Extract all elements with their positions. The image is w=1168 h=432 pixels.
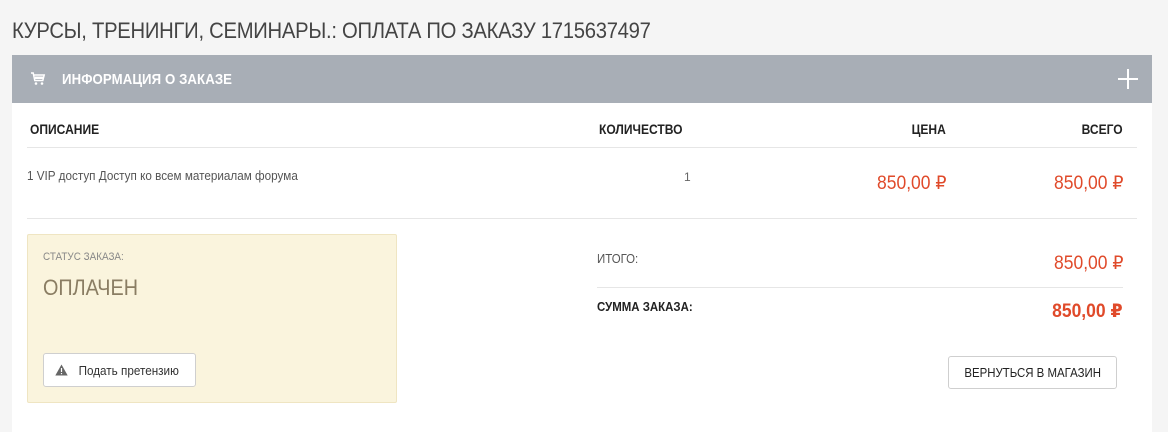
status-value: ОПЛАЧЕН xyxy=(43,275,138,300)
divider xyxy=(27,218,1137,219)
column-header-description: ОПИСАНИЕ xyxy=(30,121,100,137)
back-to-shop-button[interactable]: ВЕРНУТЬСЯ В МАГАЗИН xyxy=(948,356,1117,389)
panel-header[interactable]: ИНФОРМАЦИЯ О ЗАКАЗЕ xyxy=(12,55,1152,103)
divider xyxy=(597,287,1123,288)
page-title: КУРСЫ, ТРЕНИНГИ, СЕМИНАРЫ.: ОПЛАТА ПО ЗА… xyxy=(12,18,651,43)
warning-icon xyxy=(55,364,68,376)
order-info-panel: ИНФОРМАЦИЯ О ЗАКАЗЕ ОПИСАНИЕ КОЛИЧЕСТВО … xyxy=(12,55,1152,432)
panel-title: ИНФОРМАЦИЯ О ЗАКАЗЕ xyxy=(62,70,233,88)
column-header-quantity: КОЛИЧЕСТВО xyxy=(599,121,683,137)
order-total-value: 850,00 ₽ xyxy=(1052,301,1123,322)
row-description: 1 VIP доступ Доступ ко всем материалам ф… xyxy=(27,168,298,183)
divider xyxy=(27,147,1137,148)
subtotal-label: ИТОГО: xyxy=(597,251,639,266)
status-label: СТАТУС ЗАКАЗА: xyxy=(43,251,124,263)
column-header-total: ВСЕГО xyxy=(1082,121,1123,137)
claim-button-label: Подать претензию xyxy=(78,362,179,378)
file-claim-button[interactable]: Подать претензию xyxy=(43,353,196,387)
row-quantity: 1 xyxy=(684,170,691,184)
column-header-price: ЦЕНА xyxy=(911,121,946,137)
row-total: 850,00 ₽ xyxy=(1053,173,1123,194)
order-total-label: СУММА ЗАКАЗА: xyxy=(597,299,693,314)
row-price: 850,00 ₽ xyxy=(876,173,946,194)
back-button-label: ВЕРНУТЬСЯ В МАГАЗИН xyxy=(964,365,1101,380)
order-status-box: СТАТУС ЗАКАЗА: ОПЛАЧЕН Подать претензию xyxy=(27,234,397,403)
plus-icon[interactable] xyxy=(1118,69,1138,89)
subtotal-value: 850,00 ₽ xyxy=(1053,253,1123,274)
cart-icon xyxy=(31,72,46,85)
